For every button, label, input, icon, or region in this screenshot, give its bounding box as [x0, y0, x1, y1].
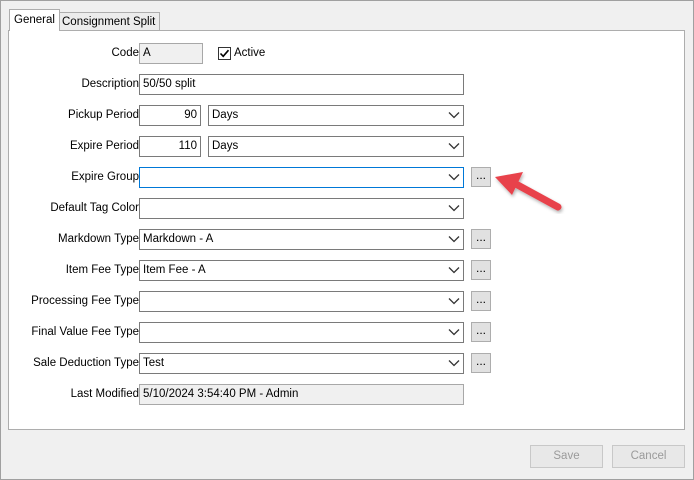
final-value-fee-type-browse-button[interactable]: ...	[471, 322, 491, 342]
expire-group-browse-button[interactable]: ...	[471, 167, 491, 187]
save-button[interactable]: Save	[530, 445, 603, 468]
default-tag-color-select[interactable]	[139, 198, 464, 219]
item-fee-type-value: Item Fee - A	[143, 264, 206, 276]
default-tag-color-label: Default Tag Color	[50, 202, 139, 214]
general-panel: Code A Active Description 50/50 split Pi…	[8, 30, 685, 430]
sale-deduction-type-select[interactable]: Test	[139, 353, 464, 374]
chevron-down-icon	[448, 360, 460, 367]
tab-general[interactable]: General	[9, 9, 60, 31]
chevron-down-icon	[448, 112, 460, 119]
item-fee-type-label: Item Fee Type	[65, 264, 139, 276]
code-field[interactable]: A	[139, 43, 203, 64]
markdown-type-select[interactable]: Markdown - A	[139, 229, 464, 250]
item-fee-type-browse-button[interactable]: ...	[471, 260, 491, 280]
chevron-down-icon	[448, 174, 460, 181]
sale-deduction-type-value: Test	[143, 357, 165, 369]
chevron-down-icon	[448, 329, 460, 336]
pickup-period-unit-value: Days	[212, 109, 239, 121]
pickup-period-unit-select[interactable]: Days	[208, 105, 464, 126]
annotation-arrow-icon	[495, 172, 562, 211]
last-modified-label: Last Modified	[70, 388, 139, 400]
chevron-down-icon	[448, 267, 460, 274]
expire-period-unit-select[interactable]: Days	[208, 136, 464, 157]
expire-group-label: Expire Group	[71, 171, 139, 183]
expire-period-unit-value: Days	[212, 140, 239, 152]
final-value-fee-type-label: Final Value Fee Type	[31, 326, 139, 338]
sale-deduction-type-browse-button[interactable]: ...	[471, 353, 491, 373]
code-label: Code	[111, 47, 140, 59]
item-fee-type-select[interactable]: Item Fee - A	[139, 260, 464, 281]
description-label: Description	[81, 78, 139, 90]
pickup-period-label: Pickup Period	[68, 109, 139, 121]
checkmark-icon	[219, 49, 230, 58]
sale-deduction-type-label: Sale Deduction Type	[33, 357, 139, 369]
description-field[interactable]: 50/50 split	[139, 74, 464, 95]
tab-consignment-split[interactable]: Consignment Split	[57, 12, 161, 30]
expire-period-label: Expire Period	[69, 140, 139, 152]
expire-group-select[interactable]	[139, 167, 464, 188]
final-value-fee-type-select[interactable]	[139, 322, 464, 343]
last-modified-field: 5/10/2024 3:54:40 PM - Admin	[139, 384, 464, 405]
markdown-type-value: Markdown - A	[143, 233, 214, 245]
cancel-button[interactable]: Cancel	[612, 445, 685, 468]
chevron-down-icon	[448, 298, 460, 305]
pickup-period-field[interactable]: 90	[139, 105, 201, 126]
markdown-type-browse-button[interactable]: ...	[471, 229, 491, 249]
chevron-down-icon	[448, 205, 460, 212]
processing-fee-type-label: Processing Fee Type	[31, 295, 139, 307]
processing-fee-type-browse-button[interactable]: ...	[471, 291, 491, 311]
chevron-down-icon	[448, 143, 460, 150]
active-checkbox[interactable]	[218, 47, 231, 60]
active-label: Active	[234, 47, 266, 59]
expire-period-field[interactable]: 110	[139, 136, 201, 157]
processing-fee-type-select[interactable]	[139, 291, 464, 312]
markdown-type-label: Markdown Type	[58, 233, 139, 245]
chevron-down-icon	[448, 236, 460, 243]
